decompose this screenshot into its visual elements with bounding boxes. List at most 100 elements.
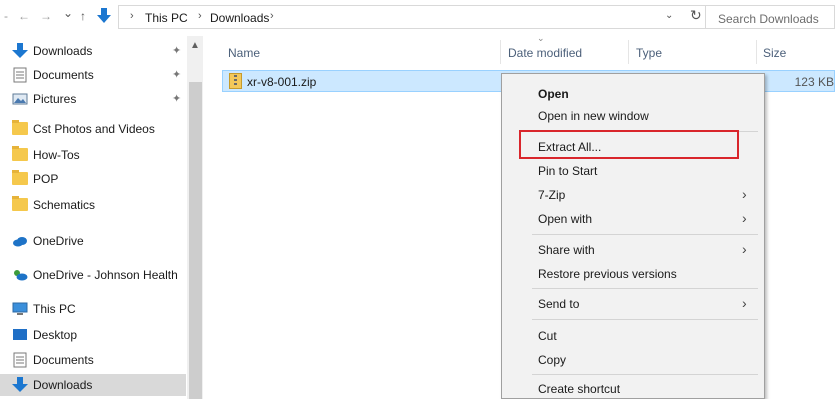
sidebar-item-pictures-pinned[interactable]: Pictures ✦ (0, 88, 186, 110)
sidebar-item-this-pc[interactable]: This PC (0, 298, 186, 320)
navigation-pane: Downloads ✦ Documents ✦ Pictures ✦ Cst P… (0, 36, 200, 399)
file-size: 123 KB (794, 75, 834, 89)
breadcrumb-downloads[interactable]: Downloads (210, 11, 269, 25)
recent-locations-button[interactable]: ⌄ (63, 6, 73, 20)
address-bar: - ← → ⌄ ↑ This PC › Downloads › › ⌄ ↻ Se… (0, 0, 835, 36)
column-divider[interactable] (500, 40, 501, 64)
column-divider[interactable] (756, 40, 757, 64)
sidebar-item-label: Pictures (33, 92, 77, 106)
sort-chevron-icon: ⌄ (537, 33, 545, 43)
forward-button[interactable]: → (40, 9, 52, 23)
column-header-name[interactable]: Name (228, 46, 260, 60)
download-icon (12, 377, 28, 392)
column-header-date-modified[interactable]: Date modified (508, 46, 582, 60)
column-header-type[interactable]: Type (636, 46, 662, 60)
menu-item-label: Restore previous versions (538, 267, 677, 281)
document-icon (13, 67, 27, 83)
sidebar-item-schematics[interactable]: Schematics (0, 194, 186, 216)
menu-item-label: Open with (538, 212, 593, 226)
menu-item-create-shortcut[interactable]: Create shortcut (502, 377, 764, 399)
sidebar-item-cst-photos[interactable]: Cst Photos and Videos (0, 118, 186, 140)
refresh-icon[interactable]: ↻ (690, 7, 702, 24)
menu-item-share-with[interactable]: Share with › (502, 238, 764, 262)
menu-item-label: Share with (538, 243, 595, 257)
sidebar-item-label: Downloads (33, 378, 93, 392)
menu-separator (532, 288, 758, 289)
menu-item-label: Pin to Start (538, 164, 598, 178)
column-header-size[interactable]: Size (763, 46, 786, 60)
desktop-icon (13, 329, 27, 340)
sidebar-item-label: Downloads (33, 44, 93, 58)
menu-separator (532, 319, 758, 320)
sidebar-item-label: OneDrive (33, 234, 84, 248)
sidebar-item-documents-pinned[interactable]: Documents ✦ (0, 64, 186, 86)
onedrive-business-icon (14, 270, 28, 281)
menu-item-open-with[interactable]: Open with › (502, 207, 764, 231)
onedrive-icon (13, 237, 27, 247)
recent-locations-dash: - (4, 9, 8, 23)
menu-item-label: Send to (538, 297, 580, 311)
breadcrumb[interactable] (118, 5, 718, 29)
sidebar-item-how-tos[interactable]: How-Tos (0, 144, 186, 166)
menu-item-label: Open (538, 87, 569, 101)
sidebar-item-onedrive-johnson[interactable]: OneDrive - Johnson Health (0, 264, 186, 286)
submenu-arrow-icon: › (742, 210, 747, 226)
scroll-up-icon[interactable]: ▲ (190, 40, 200, 51)
document-icon (13, 352, 27, 368)
sidebar-item-label: Schematics (33, 198, 96, 212)
menu-item-label: Copy (538, 353, 567, 367)
menu-item-cut[interactable]: Cut (502, 324, 764, 348)
sidebar-item-label: Cst Photos and Videos (33, 122, 155, 136)
breadcrumb-separator-icon[interactable]: › (270, 10, 274, 22)
download-icon (12, 43, 28, 58)
submenu-arrow-icon: › (742, 186, 747, 202)
pictures-icon (12, 93, 28, 105)
folder-icon (12, 146, 28, 161)
sidebar-item-pop[interactable]: POP (0, 168, 186, 190)
file-name: xr-v8-001.zip (247, 75, 317, 89)
sidebar-item-onedrive[interactable]: OneDrive (0, 230, 186, 252)
address-history-dropdown-icon[interactable]: ⌄ (665, 10, 673, 21)
menu-separator (532, 234, 758, 235)
back-button[interactable]: ← (18, 9, 30, 23)
computer-icon (12, 302, 28, 315)
submenu-arrow-icon: › (742, 241, 747, 257)
sidebar-item-label: Documents (33, 353, 94, 367)
search-input[interactable]: Search Downloads (705, 5, 835, 29)
menu-item-restore-previous-versions[interactable]: Restore previous versions (502, 262, 764, 286)
menu-separator (532, 374, 758, 375)
breadcrumb-separator-icon[interactable]: › (198, 10, 202, 22)
column-divider[interactable] (628, 40, 629, 64)
search-placeholder: Search Downloads (718, 12, 819, 26)
up-button[interactable]: ↑ (80, 9, 86, 23)
menu-item-pin-to-start[interactable]: Pin to Start (502, 159, 764, 183)
sidebar-item-label: OneDrive - Johnson Health (33, 268, 178, 282)
sidebar-item-label: This PC (33, 302, 76, 316)
pin-icon[interactable]: ✦ (172, 68, 181, 81)
menu-item-copy[interactable]: Copy (502, 348, 764, 372)
sidebar-item-label: Documents (33, 68, 94, 82)
breadcrumb-separator-icon[interactable]: › (130, 10, 134, 22)
menu-item-label: Cut (538, 329, 557, 343)
menu-item-open-new-window[interactable]: Open in new window (502, 104, 764, 128)
pin-icon[interactable]: ✦ (172, 92, 181, 105)
menu-item-label: 7-Zip (538, 188, 566, 202)
sidebar-item-downloads[interactable]: Downloads (0, 374, 186, 396)
sidebar-item-desktop[interactable]: Desktop (0, 324, 186, 346)
submenu-arrow-icon: › (742, 295, 747, 311)
context-menu: Open Open in new window Extract All... P… (501, 73, 765, 399)
folder-icon (12, 120, 28, 135)
sidebar-item-label: POP (33, 172, 59, 186)
breadcrumb-this-pc[interactable]: This PC (145, 11, 188, 25)
folder-icon (12, 170, 28, 185)
sidebar-item-documents[interactable]: Documents (0, 349, 186, 371)
menu-item-send-to[interactable]: Send to › (502, 292, 764, 316)
menu-item-label: Create shortcut (538, 382, 621, 396)
sidebar-item-downloads-pinned[interactable]: Downloads ✦ (0, 40, 186, 62)
menu-item-7-zip[interactable]: 7-Zip › (502, 183, 764, 207)
menu-item-open[interactable]: Open (502, 82, 764, 106)
scrollbar-thumb[interactable] (189, 82, 202, 399)
pin-icon[interactable]: ✦ (172, 44, 181, 57)
download-icon (97, 8, 111, 23)
zip-icon (229, 73, 242, 89)
